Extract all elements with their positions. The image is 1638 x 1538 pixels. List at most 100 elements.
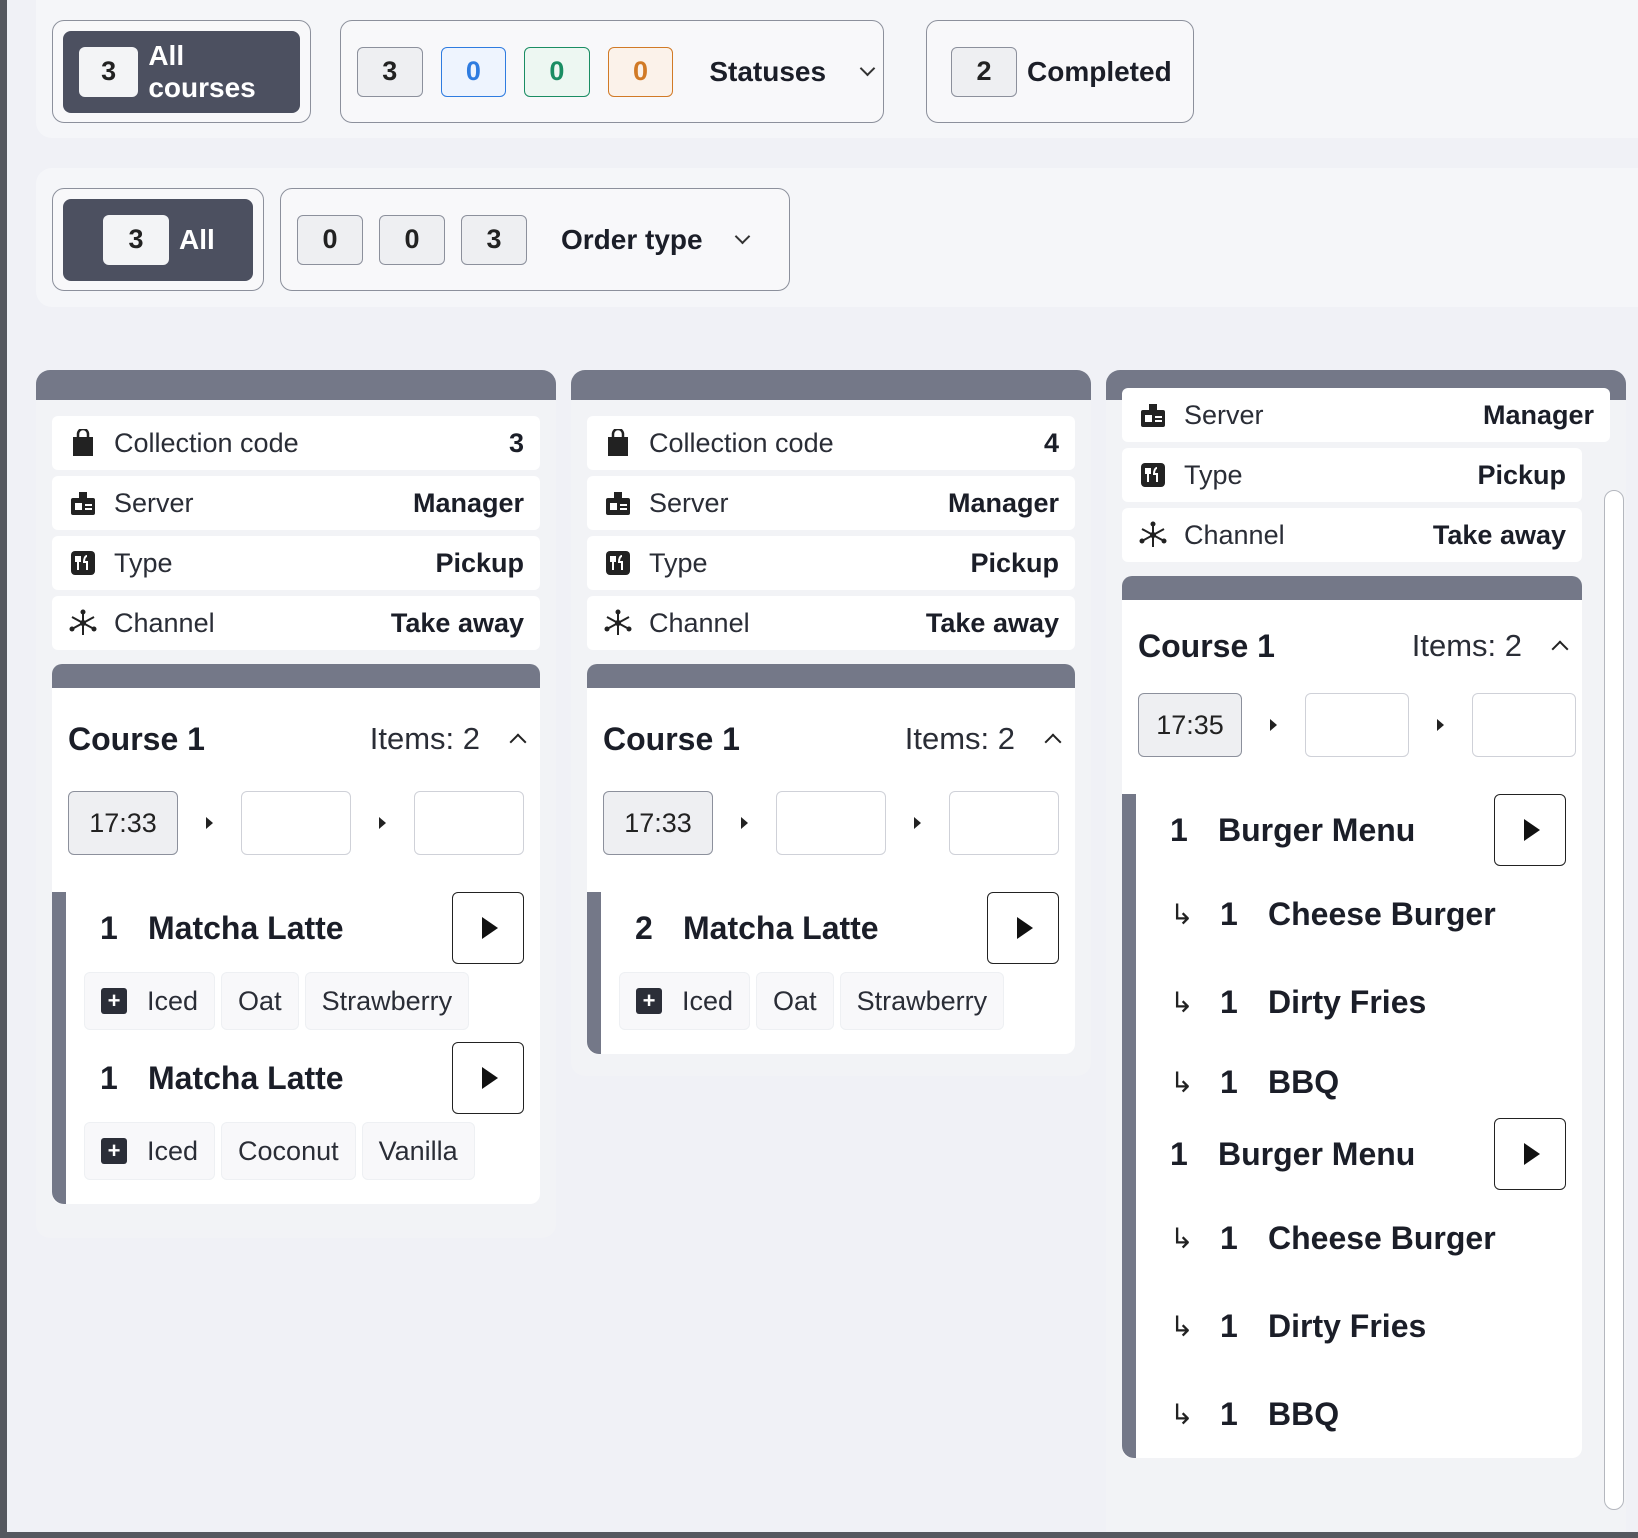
sub-item-arrow-icon: ↳ (1170, 1066, 1194, 1098)
item-list: 1 Burger Menu ↳ 1 Cheese Burger ↳ 1 Dirt… (1122, 794, 1582, 1458)
sub-item: ↳ 1 Dirty Fries (1170, 983, 1427, 1020)
status-count-green[interactable]: 0 (524, 46, 590, 97)
time-started: 17:33 (68, 791, 178, 855)
chevron-up-icon[interactable] (509, 733, 527, 751)
order-type-count-2[interactable]: 0 (379, 214, 445, 265)
play-icon (1524, 819, 1540, 841)
course-filter-bar: 3 All courses 3 0 0 0 Statuses 2 Complet… (36, 0, 1638, 138)
modifier-list: + Iced Oat Strawberry (84, 972, 524, 1030)
play-icon (482, 917, 498, 939)
order-card: Server Manager Type Pickup Channel Take … (1106, 370, 1626, 1538)
info-row-server: Server Manager (587, 476, 1075, 530)
timeline-arrow-icon (914, 817, 921, 829)
plus-icon: + (101, 988, 127, 1014)
course-items-count: Items: 2 (904, 721, 1015, 756)
network-icon (68, 608, 98, 638)
time-done (949, 791, 1059, 855)
start-item-button[interactable] (1494, 794, 1566, 866)
restaurant-icon (1138, 460, 1168, 490)
course-title-row[interactable]: Course 1 Items: 2 (52, 688, 540, 790)
chevron-up-icon[interactable] (1044, 733, 1062, 751)
filter-label: All (179, 223, 215, 255)
chevron-down-icon[interactable] (859, 60, 876, 77)
filter-label: All courses (148, 39, 256, 103)
card-scrollbar[interactable] (1604, 490, 1624, 1510)
start-item-button[interactable] (452, 892, 524, 964)
course-header-bar[interactable] (52, 664, 540, 688)
modifier-tag: Strawberry (304, 972, 470, 1030)
time-ready (1305, 693, 1409, 757)
course-items-count: Items: 2 (369, 721, 480, 756)
chevron-down-icon[interactable] (734, 228, 750, 245)
sub-item-arrow-icon: ↳ (1170, 898, 1194, 930)
filter-all-courses-button[interactable]: 3 All courses (63, 30, 300, 113)
modifier-tag: Strawberry (839, 972, 1005, 1030)
filter-all-orders-button[interactable]: 3 All (63, 198, 253, 281)
start-item-button[interactable] (452, 1042, 524, 1114)
timeline-arrow-icon (1270, 719, 1277, 731)
sub-item: ↳ 1 Dirty Fries (1170, 1307, 1427, 1344)
time-done (414, 791, 524, 855)
filter-statuses[interactable]: 3 0 0 0 Statuses (340, 20, 884, 123)
order-type-count-3[interactable]: 3 (461, 214, 527, 265)
timeline-arrow-icon (1437, 719, 1444, 731)
modifier-tag: + Iced (619, 972, 751, 1030)
course-name: Course 1 (68, 720, 205, 757)
start-item-button[interactable] (987, 892, 1059, 964)
course-timeline: 17:33 (52, 790, 540, 856)
status-count-blue[interactable]: 0 (440, 46, 507, 97)
window-edge-left (0, 0, 7, 1538)
filter-order-type[interactable]: 0 0 3 Order type (280, 188, 790, 291)
plus-icon: + (636, 988, 662, 1014)
statuses-dropdown-label[interactable]: Statuses (709, 56, 826, 88)
play-icon (482, 1067, 498, 1089)
list-item: 1 Burger Menu (1170, 1118, 1566, 1190)
count-badge: 3 (79, 46, 139, 97)
status-count-orange[interactable]: 0 (607, 46, 674, 97)
time-started: 17:33 (603, 791, 713, 855)
filter-all-courses[interactable]: 3 All courses (52, 20, 311, 123)
timeline-arrow-icon (206, 817, 213, 829)
list-item: 2 Matcha Latte (635, 892, 1059, 964)
course-items-count: Items: 2 (1411, 628, 1522, 663)
modifier-list: + Iced Coconut Vanilla (84, 1122, 524, 1180)
info-row-channel: Channel Take away (1122, 508, 1582, 562)
info-row-collection-code: Collection code 4 (587, 416, 1075, 470)
timeline-arrow-icon (379, 817, 386, 829)
id-badge-icon (603, 488, 633, 518)
filter-completed[interactable]: 2 Completed (926, 20, 1194, 123)
start-item-button[interactable] (1494, 1118, 1566, 1190)
list-item: 1 Matcha Latte (100, 1042, 524, 1114)
info-row-type: Type Pickup (587, 536, 1075, 590)
order-card-header[interactable] (36, 370, 556, 400)
info-row-type: Type Pickup (1122, 448, 1582, 502)
course-title-row[interactable]: Course 1 Items: 2 (1122, 600, 1582, 692)
course-name: Course 1 (603, 720, 740, 757)
course-name: Course 1 (1138, 627, 1275, 664)
status-count-all[interactable]: 3 (357, 46, 423, 97)
item-list: 2 Matcha Latte + Iced Oat Strawberry (587, 892, 1075, 1054)
course-section: Course 1 Items: 2 17:33 2 Matcha Latte +… (587, 664, 1075, 1054)
id-badge-icon (68, 488, 98, 518)
sub-item-arrow-icon: ↳ (1170, 1222, 1194, 1254)
order-card: Collection code 4 Server Manager Type Pi… (571, 370, 1091, 1076)
info-row-type: Type Pickup (52, 536, 540, 590)
network-icon (603, 608, 633, 638)
filter-label: Completed (1027, 55, 1172, 87)
course-section: Course 1 Items: 2 17:35 1 Burger Menu ↳ … (1122, 576, 1582, 1458)
course-header-bar[interactable] (1122, 576, 1582, 600)
course-title-row[interactable]: Course 1 Items: 2 (587, 688, 1075, 790)
order-filter-bar: 3 All 0 0 3 Order type (36, 168, 1638, 307)
info-row-channel: Channel Take away (587, 596, 1075, 650)
order-type-count-1[interactable]: 0 (297, 214, 363, 265)
sub-item-arrow-icon: ↳ (1170, 1398, 1194, 1430)
chevron-up-icon[interactable] (1551, 640, 1569, 658)
order-card-header[interactable] (571, 370, 1091, 400)
filter-all-orders[interactable]: 3 All (52, 188, 264, 291)
modifier-tag: + Iced (84, 972, 216, 1030)
network-icon (1138, 520, 1168, 550)
count-badge: 2 (951, 46, 1017, 97)
course-header-bar[interactable] (587, 664, 1075, 688)
order-type-dropdown-label[interactable]: Order type (561, 224, 703, 256)
time-ready (241, 791, 351, 855)
